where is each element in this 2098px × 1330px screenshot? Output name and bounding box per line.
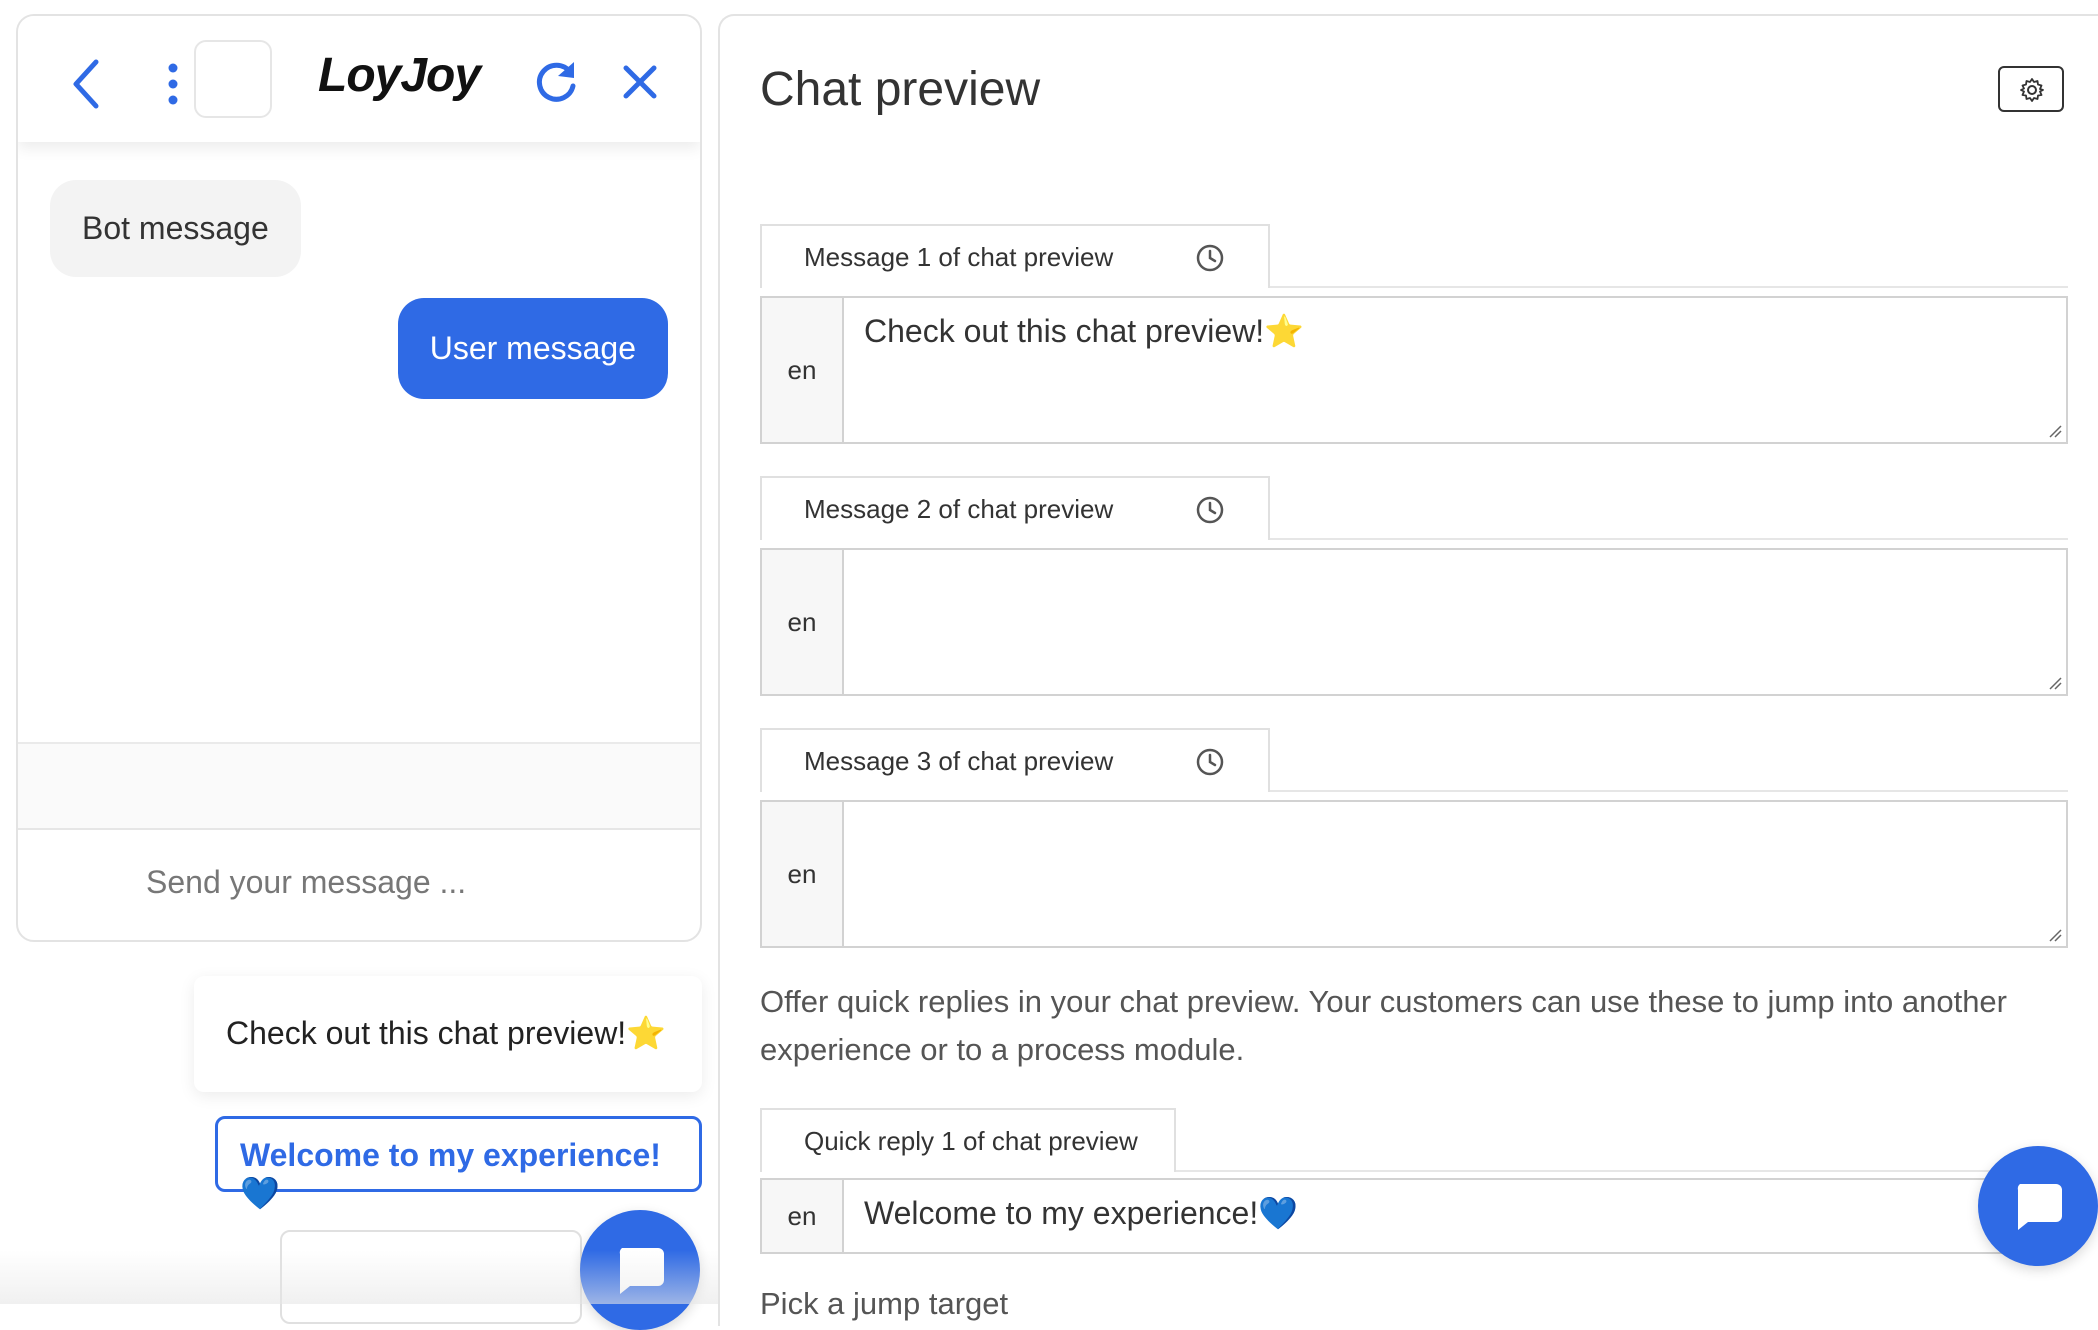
avatar xyxy=(194,40,272,118)
page-title: Chat preview xyxy=(760,63,1041,116)
message-input[interactable]: Send your message ... xyxy=(18,828,700,940)
chat-widget: LoyJoy Bot message User message Send you… xyxy=(16,14,702,942)
message-3-field[interactable]: en xyxy=(760,800,2068,948)
chat-bubble-icon xyxy=(2017,1184,2062,1230)
tab-divider xyxy=(1270,538,2068,540)
resize-handle-icon[interactable] xyxy=(2048,928,2062,942)
user-message-bubble: User message xyxy=(397,298,668,399)
tab-divider xyxy=(1176,1170,2068,1172)
resize-handle-icon[interactable] xyxy=(2048,424,2062,438)
tab-message-3[interactable]: Message 3 of chat preview xyxy=(760,728,1152,792)
tab-divider xyxy=(1270,790,2068,792)
back-icon[interactable] xyxy=(66,56,106,112)
tab-message-2[interactable]: Message 2 of chat preview xyxy=(760,476,1152,540)
schedule-button-message-3[interactable] xyxy=(1150,728,1270,792)
jump-target-label: Pick a jump target xyxy=(760,1286,1009,1321)
language-label: en xyxy=(762,802,844,946)
chat-widget-header: LoyJoy xyxy=(18,16,700,142)
language-label: en xyxy=(762,550,844,694)
chat-launcher-button[interactable] xyxy=(580,1210,700,1330)
chat-launcher-button[interactable] xyxy=(1978,1146,2098,1266)
schedule-button-message-1[interactable] xyxy=(1150,224,1270,288)
chat-bubble-icon xyxy=(619,1248,664,1294)
chat-preview-card[interactable]: Check out this chat preview!⭐ xyxy=(194,976,702,1092)
language-label: en xyxy=(762,298,844,442)
message-1-text[interactable]: Check out this chat preview!⭐ xyxy=(864,312,1304,350)
quick-reply-1-field[interactable]: en Welcome to my experience!💙 xyxy=(760,1178,2068,1254)
secondary-quick-reply-button[interactable] xyxy=(280,1230,582,1324)
bot-message-bubble: Bot message xyxy=(50,180,301,277)
clock-icon xyxy=(1196,748,1224,776)
clock-icon xyxy=(1196,244,1224,272)
message-1-field[interactable]: en Check out this chat preview!⭐ xyxy=(760,296,2068,444)
quick-reply-button[interactable]: Welcome to my experience!💙 xyxy=(215,1116,702,1211)
settings-button[interactable] xyxy=(1998,66,2064,112)
schedule-button-message-2[interactable] xyxy=(1150,476,1270,540)
close-icon[interactable] xyxy=(616,58,664,106)
brand-logo: LoyJoy xyxy=(318,49,481,102)
tab-message-1[interactable]: Message 1 of chat preview xyxy=(760,224,1152,288)
settings-gear-icon xyxy=(2020,78,2044,102)
more-vertical-icon[interactable] xyxy=(153,60,193,110)
quick-reply-1-text[interactable]: Welcome to my experience!💙 xyxy=(864,1194,1298,1232)
tab-divider xyxy=(1270,286,2068,288)
tab-quick-reply-1[interactable]: Quick reply 1 of chat preview xyxy=(760,1108,1176,1172)
language-label: en xyxy=(762,1180,844,1252)
quick-replies-help-text: Offer quick replies in your chat preview… xyxy=(760,984,2007,1067)
message-2-field[interactable]: en xyxy=(760,548,2068,696)
refresh-icon[interactable] xyxy=(530,56,582,108)
clock-icon xyxy=(1196,496,1224,524)
chat-divider xyxy=(18,742,700,830)
resize-handle-icon[interactable] xyxy=(2048,676,2062,690)
chat-messages: Bot message User message xyxy=(18,142,700,742)
